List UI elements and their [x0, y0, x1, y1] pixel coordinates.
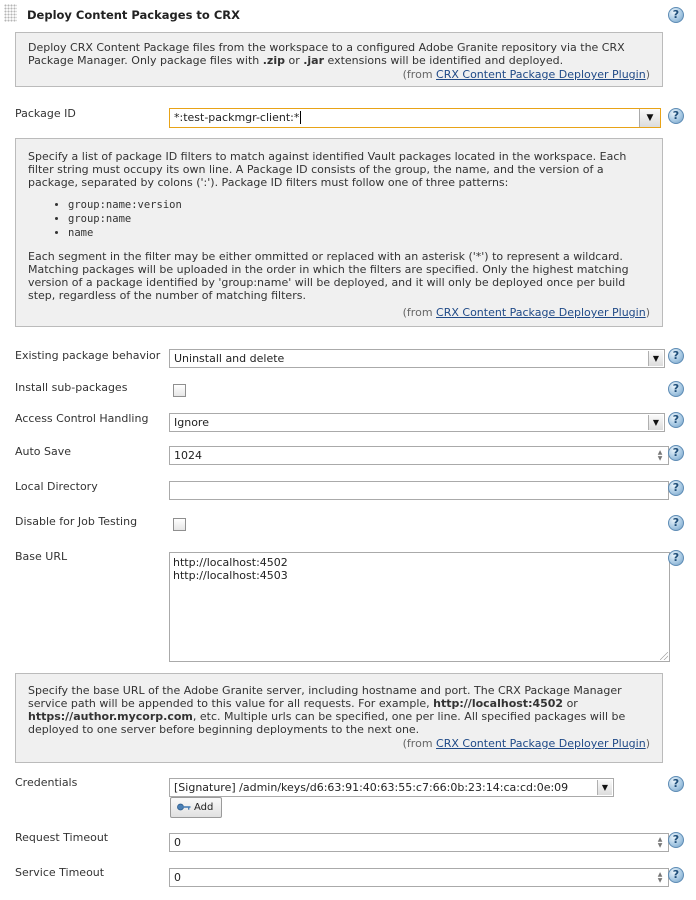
local-directory-label: Local Directory [15, 480, 98, 493]
zip-extension: .zip [262, 54, 285, 67]
help-icon[interactable]: ? [668, 550, 684, 566]
from-plugin: (from CRX Content Package Deployer Plugi… [28, 68, 650, 81]
help-icon[interactable]: ? [668, 867, 684, 883]
existing-package-behavior-label: Existing package behavior [15, 349, 161, 362]
service-timeout-value: 0 [174, 871, 181, 884]
chevron-down-icon: ▼ [648, 351, 663, 366]
request-timeout-value: 0 [174, 836, 181, 849]
disable-for-job-testing-checkbox[interactable] [173, 518, 186, 531]
pattern-item: group:name:version [68, 199, 650, 212]
package-id-help-outro: Each segment in the filter may be either… [28, 250, 629, 302]
package-id-input[interactable]: *:test-packmgr-client:* [169, 108, 661, 128]
chevron-down-icon: ▼ [597, 780, 612, 795]
from-prefix: (from [402, 737, 437, 750]
help-icon[interactable]: ? [668, 7, 684, 23]
chevron-down-icon: ▼ [648, 415, 663, 430]
access-control-handling-value: Ignore [174, 416, 209, 429]
from-prefix: (from [402, 306, 437, 319]
section-description: Deploy CRX Content Package files from th… [15, 32, 663, 87]
base-url-help-text: or [563, 697, 578, 710]
drag-handle[interactable] [4, 4, 17, 22]
credentials-select[interactable]: [Signature] /admin/keys/d6:63:91:40:63:5… [169, 778, 614, 797]
spinner-down-icon: ▼ [657, 455, 663, 462]
credentials-value: [Signature] /admin/keys/d6:63:91:40:63:5… [174, 781, 569, 794]
jar-extension: .jar [303, 54, 325, 67]
from-suffix: ) [645, 737, 650, 750]
access-control-handling-label: Access Control Handling [15, 412, 149, 425]
from-prefix: (from [402, 68, 437, 81]
credentials-label: Credentials [15, 776, 78, 789]
existing-package-behavior-value: Uninstall and delete [174, 352, 285, 365]
chevron-down-icon: ▼ [646, 113, 654, 123]
existing-package-behavior-select[interactable]: Uninstall and delete ▼ [169, 349, 665, 368]
auto-save-label: Auto Save [15, 445, 72, 458]
help-icon[interactable]: ? [668, 412, 684, 428]
description-text: or [284, 54, 304, 67]
package-id-value: *:test-packmgr-client:* [174, 111, 300, 124]
spinner-down-icon: ▼ [657, 842, 663, 849]
help-icon[interactable]: ? [668, 515, 684, 531]
service-timeout-input[interactable]: 0 ▲ ▼ [169, 868, 669, 887]
from-suffix: ) [645, 68, 650, 81]
pattern-list: group:name:version group:name name [28, 199, 650, 240]
access-control-handling-select[interactable]: Ignore ▼ [169, 413, 665, 432]
help-icon[interactable]: ? [668, 832, 684, 848]
spinner-down-icon: ▼ [657, 877, 663, 884]
plugin-link[interactable]: CRX Content Package Deployer Plugin [436, 737, 646, 750]
help-icon[interactable]: ? [668, 776, 684, 792]
auto-save-input[interactable]: 1024 ▲ ▼ [169, 446, 669, 465]
service-timeout-label: Service Timeout [15, 866, 105, 879]
plugin-link[interactable]: CRX Content Package Deployer Plugin [436, 306, 646, 319]
install-sub-packages-checkbox[interactable] [173, 384, 186, 397]
plugin-link[interactable]: CRX Content Package Deployer Plugin [436, 68, 646, 81]
base-url-label: Base URL [15, 550, 68, 563]
auto-save-value: 1024 [174, 449, 202, 462]
disable-for-job-testing-label: Disable for Job Testing [15, 515, 138, 528]
help-icon[interactable]: ? [668, 381, 684, 397]
install-sub-packages-label: Install sub-packages [15, 381, 128, 394]
number-spinner[interactable]: ▲ ▼ [654, 837, 666, 849]
description-text: extensions will be identified and deploy… [324, 54, 564, 67]
from-plugin: (from CRX Content Package Deployer Plugi… [28, 306, 650, 319]
package-id-help-intro: Specify a list of package ID filters to … [28, 150, 627, 189]
example-url: https://author.mycorp.com [28, 710, 193, 723]
from-plugin: (from CRX Content Package Deployer Plugi… [28, 737, 650, 750]
help-icon[interactable]: ? [668, 348, 684, 364]
number-spinner[interactable]: ▲ ▼ [654, 872, 666, 884]
base-url-line: http://localhost:4503 [173, 569, 288, 582]
pattern-item: group:name [68, 213, 650, 226]
request-timeout-label: Request Timeout [15, 831, 109, 844]
package-id-help: Specify a list of package ID filters to … [15, 138, 663, 327]
example-url: http://localhost:4502 [433, 697, 564, 710]
number-spinner[interactable]: ▲ ▼ [654, 450, 666, 462]
local-directory-input[interactable] [169, 481, 669, 500]
request-timeout-input[interactable]: 0 ▲ ▼ [169, 833, 669, 852]
section-title: Deploy Content Packages to CRX [27, 8, 240, 22]
help-icon[interactable]: ? [668, 445, 684, 461]
pattern-item: name [68, 227, 650, 240]
key-icon [177, 803, 191, 811]
add-credentials-button[interactable]: Add [170, 797, 223, 818]
base-url-line: http://localhost:4502 [173, 556, 288, 569]
base-url-help: Specify the base URL of the Adobe Granit… [15, 673, 663, 763]
package-id-label: Package ID [15, 107, 76, 120]
base-url-textarea[interactable]: http://localhost:4502 http://localhost:4… [169, 552, 670, 662]
from-suffix: ) [645, 306, 650, 319]
resize-handle[interactable] [660, 652, 668, 660]
add-label: Add [194, 802, 214, 813]
help-icon[interactable]: ? [668, 480, 684, 496]
package-id-dropdown-button[interactable]: ▼ [639, 109, 660, 127]
help-icon[interactable]: ? [668, 108, 684, 124]
